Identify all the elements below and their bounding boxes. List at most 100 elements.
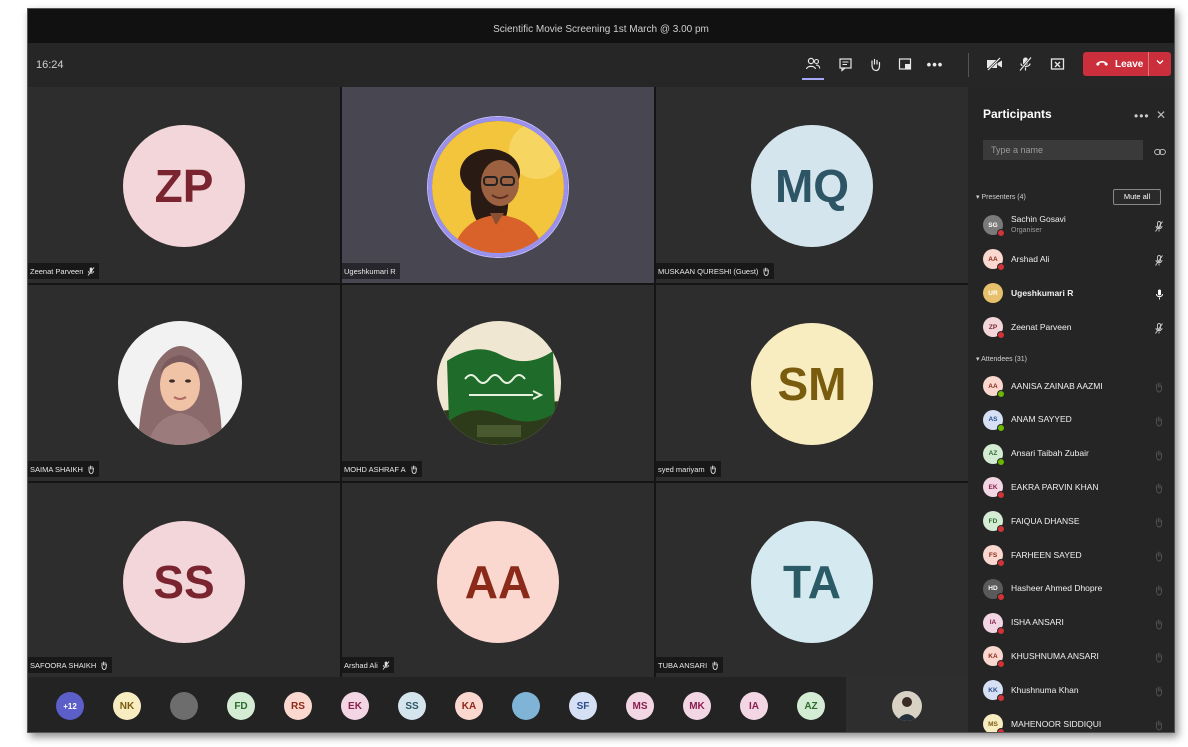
hand-icon[interactable] <box>1154 481 1164 499</box>
tile-name-tag: Zeenat Parveen <box>28 263 100 279</box>
hand-raised-icon <box>101 661 108 670</box>
rooms-icon[interactable] <box>894 53 916 75</box>
overflow-participants-button[interactable]: +12 <box>56 692 84 720</box>
participant-row[interactable]: HD Hasheer Ahmed Dhopre <box>968 572 1174 606</box>
participant-row[interactable]: ZP Zeenat Parveen <box>968 310 1174 344</box>
strip-avatar[interactable]: IA <box>740 692 768 720</box>
share-tray-icon[interactable] <box>1046 53 1068 75</box>
mic-off-icon[interactable] <box>1154 219 1164 237</box>
strip-avatar[interactable]: KA <box>455 692 483 720</box>
participant-name-block: Khushnuma Khan <box>1011 685 1079 696</box>
tile-name: Arshad Ali <box>344 660 378 670</box>
video-tile-safoora-shaikh[interactable]: SS SAFOORA SHAIKH <box>28 483 340 677</box>
video-tile-arshad-ali[interactable]: AA Arshad Ali <box>342 483 654 677</box>
hand-icon[interactable] <box>1154 617 1164 635</box>
strip-avatar[interactable]: MS <box>626 692 654 720</box>
participant-row[interactable]: KK Khushnuma Khan <box>968 673 1174 707</box>
presence-status-icon <box>997 592 1005 601</box>
avatar: EK <box>983 477 1005 500</box>
participant-row[interactable]: AS ANAM SAYYED <box>968 403 1174 437</box>
hand-icon[interactable] <box>1154 380 1164 398</box>
video-tile-tuba-ansari[interactable]: TA TUBA ANSARI <box>656 483 968 677</box>
presence-status-icon <box>997 390 1005 398</box>
chevron-down-icon[interactable] <box>1155 57 1165 70</box>
participant-row[interactable]: AA Arshad Ali <box>968 242 1174 276</box>
presence-status-icon <box>997 559 1005 567</box>
leave-button[interactable]: Leave <box>1083 52 1171 76</box>
raise-hand-icon[interactable] <box>864 53 886 75</box>
participant-name-block: AANISA ZAINAB AAZMI <box>1011 381 1103 392</box>
avatar: KA <box>983 646 1005 669</box>
participant-search-input[interactable] <box>983 140 1143 160</box>
participant-name: AANISA ZAINAB AAZMI <box>1011 380 1103 391</box>
attendees-section-header[interactable]: ▾ Attendees (31) <box>976 355 1027 363</box>
video-tile-ugeshkumari-r[interactable]: Ugeshkumari R <box>342 87 654 283</box>
more-icon[interactable]: ••• <box>924 53 946 75</box>
video-tile-muskaan-qureshi[interactable]: MQ MUSKAAN QURESHI (Guest) <box>656 87 968 283</box>
tile-name: MUSKAAN QURESHI (Guest) <box>658 266 759 276</box>
participant-row[interactable]: UR Ugeshkumari R <box>968 276 1174 310</box>
strip-avatar[interactable]: SF <box>569 692 597 720</box>
mic-off-icon[interactable] <box>1154 321 1164 339</box>
participant-photo <box>428 117 568 257</box>
video-tile-syed-mariyam[interactable]: SM syed mariyam <box>656 285 968 481</box>
hand-icon[interactable] <box>1154 684 1164 702</box>
avatar: SG <box>983 215 1005 237</box>
mic-on-icon[interactable] <box>1155 287 1164 305</box>
participant-name-block: Zeenat Parveen <box>1011 322 1071 333</box>
hand-icon[interactable] <box>1154 515 1164 533</box>
participant-strip: +12 NK FD RS EK SS KA SF MS MK IA AZ <box>28 677 968 732</box>
participant-row[interactable]: MS MAHENOOR SIDDIQUI <box>968 707 1174 732</box>
video-tile-saima-shaikh[interactable]: SAIMA SHAIKH <box>28 285 340 481</box>
participant-row[interactable]: AZ Ansari Taibah Zubair <box>968 437 1174 471</box>
presenters-section-header[interactable]: ▾ Presenters (4) <box>976 193 1026 201</box>
self-video-preview[interactable] <box>846 677 968 732</box>
video-tile-zeenat-parveen[interactable]: ZP Zeenat Parveen <box>28 87 340 283</box>
hand-icon[interactable] <box>1154 583 1164 601</box>
participants-icon[interactable] <box>802 53 824 75</box>
avatar-initials: AZ <box>988 450 998 458</box>
hand-icon[interactable] <box>1154 650 1164 668</box>
avatar-initials: TA <box>751 521 873 643</box>
tile-name: syed mariyam <box>658 464 705 474</box>
strip-avatar[interactable] <box>512 692 540 720</box>
mute-all-button[interactable]: Mute all <box>1113 189 1161 205</box>
strip-avatar[interactable]: FD <box>227 692 255 720</box>
participant-row[interactable]: EK EAKRA PARVIN KHAN <box>968 470 1174 504</box>
participant-row[interactable]: IA ISHA ANSARI <box>968 606 1174 640</box>
strip-avatar[interactable] <box>170 692 198 720</box>
share-invite-icon[interactable] <box>1154 144 1166 162</box>
strip-avatar[interactable]: NK <box>113 692 141 720</box>
avatar-initials: SG <box>988 221 998 229</box>
chat-icon[interactable] <box>834 53 856 75</box>
mic-off-icon <box>382 660 390 670</box>
camera-off-icon[interactable] <box>983 53 1005 75</box>
mic-off-icon[interactable] <box>1154 253 1164 271</box>
participant-row[interactable]: FD FAIQUA DHANSE <box>968 504 1174 538</box>
panel-more-icon[interactable]: ••• <box>1134 109 1150 123</box>
hand-raised-icon <box>411 465 417 474</box>
strip-avatar[interactable]: SS <box>398 692 426 720</box>
hand-icon[interactable] <box>1154 414 1164 432</box>
participant-row[interactable]: SG Sachin Gosavi Organiser <box>968 208 1174 242</box>
strip-avatar[interactable]: MK <box>683 692 711 720</box>
avatar: FD <box>983 511 1005 534</box>
self-photo <box>892 691 922 721</box>
strip-avatar[interactable]: AZ <box>797 692 825 720</box>
participant-name: ISHA ANSARI <box>1011 617 1064 628</box>
hand-icon[interactable] <box>1154 549 1164 567</box>
mic-off-icon[interactable] <box>1014 53 1036 75</box>
participant-row[interactable]: KA KHUSHNUMA ANSARI <box>968 639 1174 673</box>
strip-avatar[interactable]: EK <box>341 692 369 720</box>
hand-icon[interactable] <box>1154 448 1164 466</box>
hand-raised-icon <box>712 661 718 670</box>
close-icon[interactable]: ✕ <box>1156 108 1166 122</box>
participant-row[interactable]: FS FARHEEN SAYED <box>968 538 1174 572</box>
video-tile-mohd-ashraf-a[interactable]: MOHD ASHRAF A <box>342 285 654 481</box>
participant-row[interactable]: AA AANISA ZAINAB AAZMI <box>968 369 1174 403</box>
hand-raised-icon <box>763 267 770 276</box>
avatar-initials: ZP <box>988 323 998 331</box>
strip-avatar[interactable]: RS <box>284 692 312 720</box>
hand-icon[interactable] <box>1154 718 1164 732</box>
hand-raised-icon <box>710 465 716 474</box>
